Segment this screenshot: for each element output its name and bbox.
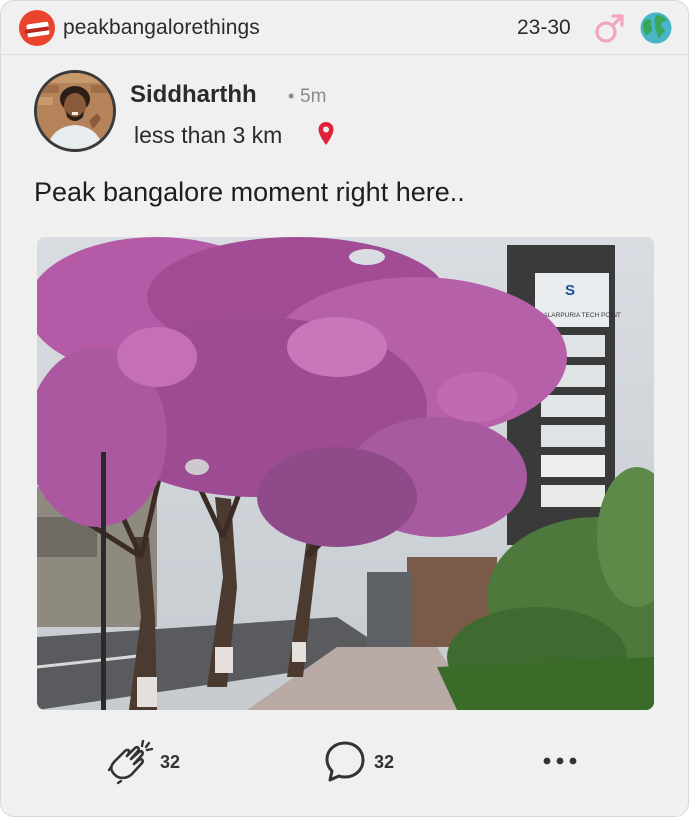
post-text: Peak bangalore moment right here..	[34, 177, 465, 207]
sign-logo-text: S	[565, 282, 575, 299]
distance-label: less than 3 km	[134, 122, 283, 148]
post-header-bar: peakbangalorethings 23-30	[1, 1, 688, 55]
male-symbol-icon	[595, 14, 624, 43]
newspaper-logo-icon[interactable]	[19, 10, 55, 46]
avatar[interactable]	[34, 70, 116, 152]
post-time: 5m	[300, 86, 327, 107]
location-pin-icon	[318, 122, 334, 145]
separator-dot: •	[288, 86, 295, 106]
clap-icon[interactable]	[105, 737, 157, 787]
globe-icon	[640, 12, 672, 44]
more-dots-icon[interactable]	[539, 751, 581, 771]
sign-building-text: SALARPURIA TECH POINT	[539, 312, 621, 319]
age-range-label: 23-30	[517, 16, 571, 39]
comment-bubble-icon[interactable]	[323, 739, 367, 783]
post-photo[interactable]: S SALARPURIA TECH POINT	[37, 237, 654, 710]
post-card: peakbangalorethings 23-30 Siddharthh • 5…	[0, 0, 689, 817]
author-name[interactable]: Siddharthh	[130, 81, 257, 109]
group-name[interactable]: peakbangalorethings	[63, 16, 260, 40]
clap-count: 32	[160, 752, 181, 772]
comment-count: 32	[374, 752, 395, 772]
post-actions: 32 32	[1, 731, 688, 791]
